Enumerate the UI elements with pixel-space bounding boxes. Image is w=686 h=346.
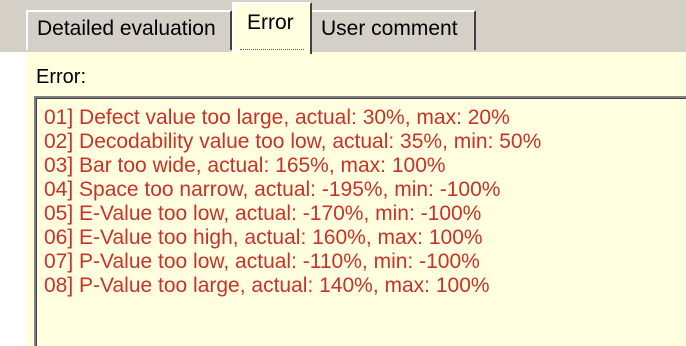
tab-label: Detailed evaluation xyxy=(37,17,216,40)
tab-label: Error xyxy=(247,11,294,34)
error-line: 01] Defect value too large, actual: 30%,… xyxy=(44,106,510,129)
error-dialog: Detailed evaluation User comment Error E… xyxy=(0,0,686,346)
error-line: 03] Bar too wide, actual: 165%, max: 100… xyxy=(44,154,446,177)
tab-user-comment[interactable]: User comment xyxy=(310,10,476,50)
tab-label: User comment xyxy=(321,17,458,40)
error-line: 04] Space too narrow, actual: -195%, min… xyxy=(44,178,501,201)
error-panel: Error: 01] Defect value too large, actua… xyxy=(24,52,686,346)
error-line: 08] P-Value too large, actual: 140%, max… xyxy=(44,274,490,297)
error-list-box[interactable]: 01] Defect value too large, actual: 30%,… xyxy=(34,96,686,346)
tab-detailed-evaluation[interactable]: Detailed evaluation xyxy=(26,10,232,50)
tab-error[interactable]: Error xyxy=(232,2,312,54)
error-line: 02] Decodability value too low, actual: … xyxy=(44,130,542,153)
focus-indicator xyxy=(240,49,304,50)
error-line: 05] E-Value too low, actual: -170%, min:… xyxy=(44,202,482,225)
error-line: 06] E-Value too high, actual: 160%, max:… xyxy=(44,226,483,249)
error-label: Error: xyxy=(36,66,86,88)
error-line: 07] P-Value too low, actual: -110%, min:… xyxy=(44,250,480,273)
